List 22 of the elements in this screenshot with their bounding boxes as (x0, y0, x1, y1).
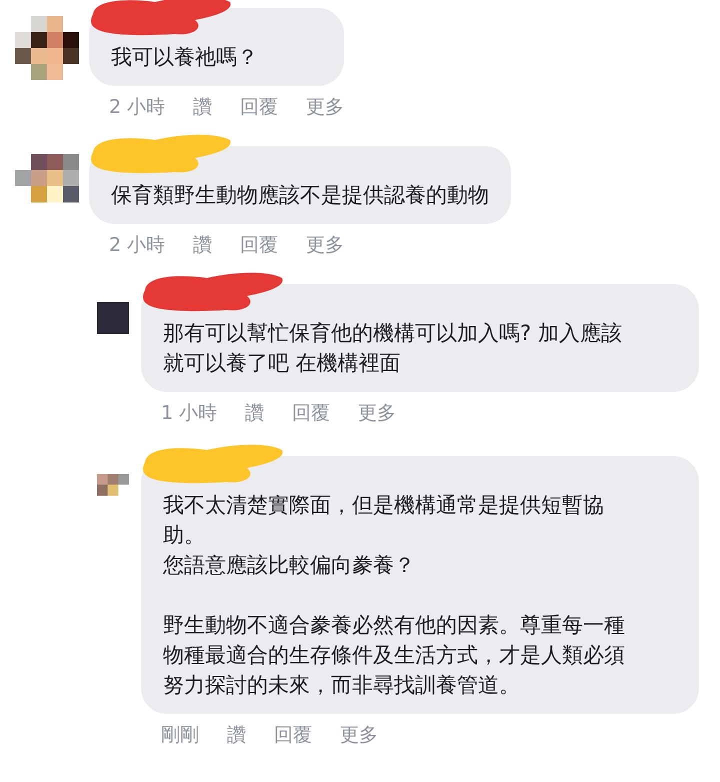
more-link[interactable]: 更多 (340, 722, 378, 748)
reply-link[interactable]: 回覆 (292, 400, 330, 426)
reply-link[interactable]: 回覆 (240, 94, 278, 120)
comment-text: 您語意應該比較偏向豢養？ (163, 552, 416, 579)
like-link[interactable]: 讚 (193, 94, 212, 120)
like-link[interactable]: 讚 (227, 722, 246, 748)
comment-text: 野生動物不適合豢養必然有他的因素。尊重每一種物種最適合的生存條件及生活方式，才是人類必須努力探討的未來，而非尋找訓養管道。 (163, 612, 626, 699)
timestamp: 1 小時 (161, 401, 218, 426)
comment-text: 那有可以幫忙保育他的機構可以加入嗎? 加入應該就可以養了吧 在機構裡面 (163, 320, 623, 377)
comment-text: 我不太清楚實際面，但是機構通常是提供短暫協助。 (163, 492, 605, 549)
more-link[interactable]: 更多 (306, 94, 344, 120)
more-link[interactable]: 更多 (358, 400, 396, 426)
like-link[interactable]: 讚 (193, 232, 212, 258)
comment-text: 保育類野生動物應該不是提供認養的動物 (111, 182, 489, 209)
more-link[interactable]: 更多 (306, 232, 344, 258)
timestamp: 2 小時 (109, 233, 166, 258)
like-link[interactable]: 讚 (245, 400, 264, 426)
timestamp: 2 小時 (109, 95, 166, 120)
reply-link[interactable]: 回覆 (274, 722, 312, 748)
timestamp: 剛剛 (161, 723, 199, 748)
comment-text: 我可以養祂嗎？ (111, 44, 259, 71)
reply-link[interactable]: 回覆 (240, 232, 278, 258)
